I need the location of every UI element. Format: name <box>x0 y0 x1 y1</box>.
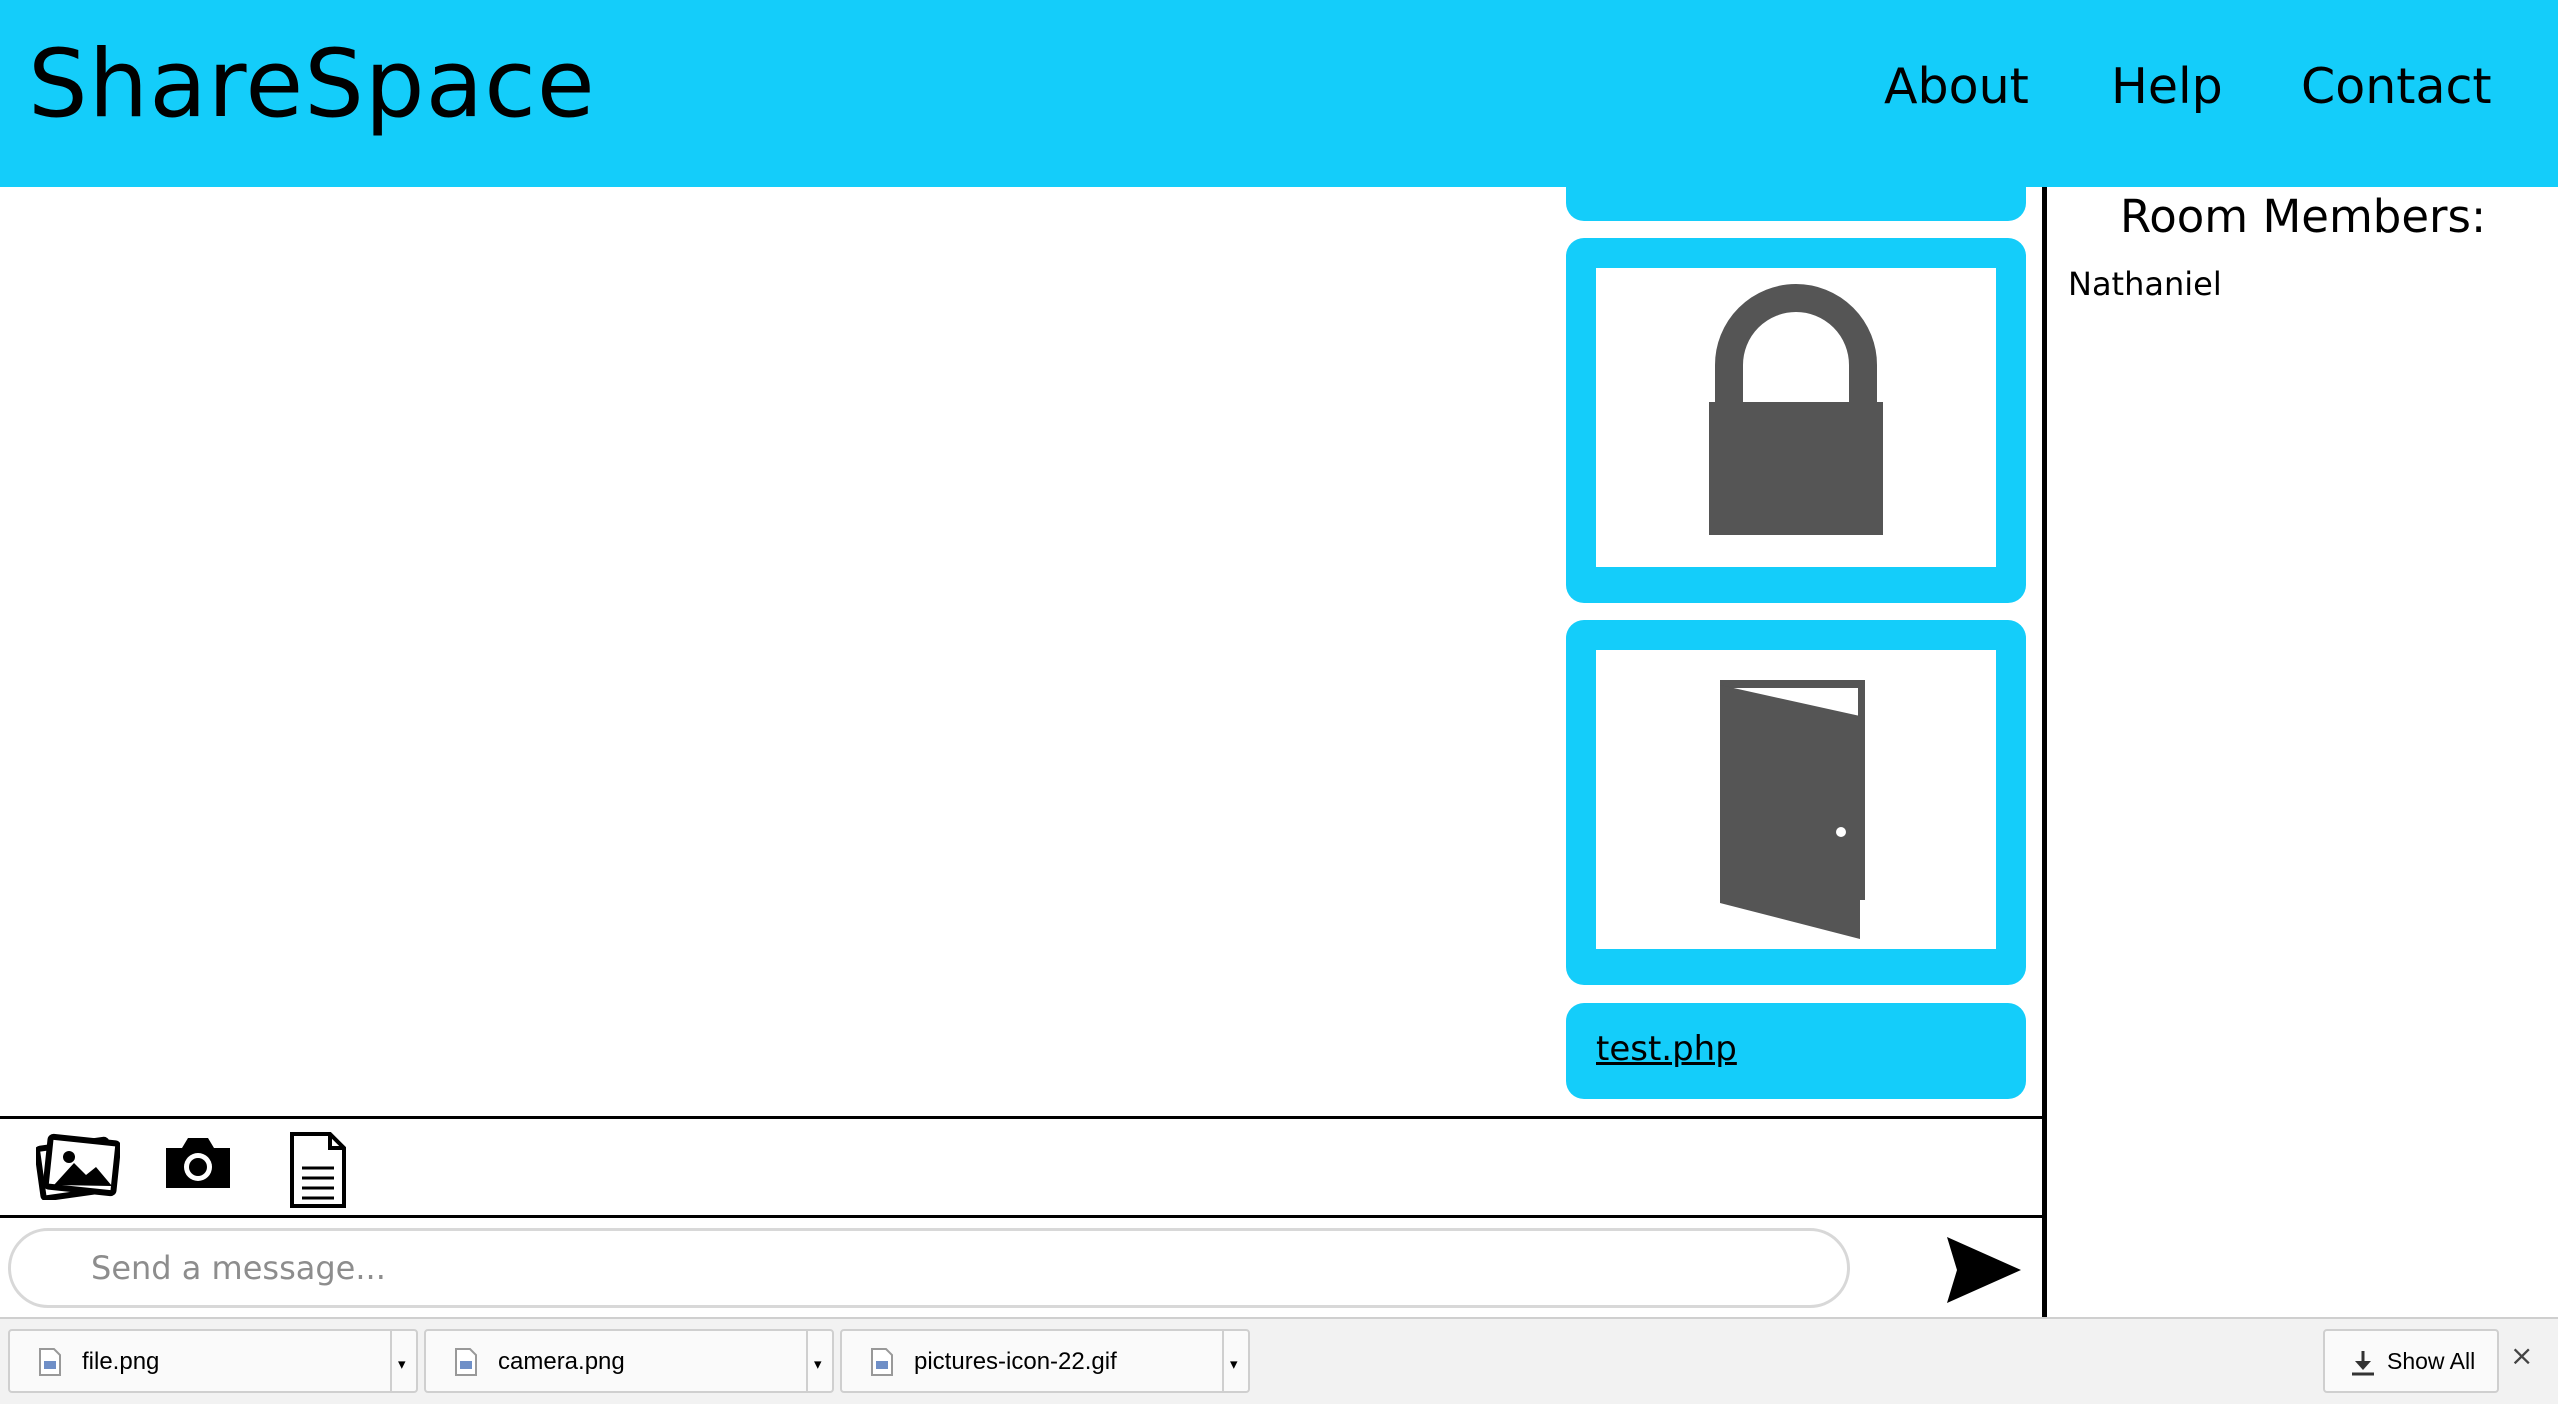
message-bubble-file[interactable]: test.php <box>1566 1003 2026 1099</box>
show-all-label: Show All <box>2387 1348 2476 1374</box>
download-item-name: camera.png <box>498 1348 625 1375</box>
chevron-down-icon[interactable]: ▾ <box>814 1355 822 1373</box>
download-item[interactable]: file.png ▾ <box>8 1329 418 1393</box>
toolbar-bottom-border <box>0 1215 2042 1218</box>
file-icon <box>871 1348 893 1376</box>
document-icon[interactable] <box>286 1130 350 1215</box>
message-image[interactable] <box>1596 268 1996 567</box>
member-name: Nathaniel <box>2068 265 2222 303</box>
vertical-divider <box>2042 187 2047 1317</box>
send-button[interactable] <box>1943 1235 2023 1310</box>
file-link[interactable]: test.php <box>1596 1029 1737 1069</box>
download-item[interactable]: camera.png ▾ <box>424 1329 834 1393</box>
room-members-title: Room Members: <box>2120 190 2487 243</box>
download-item[interactable]: pictures-icon-22.gif ▾ <box>840 1329 1250 1393</box>
message-bubble-image[interactable] <box>1566 620 2026 985</box>
pictures-icon[interactable] <box>34 1130 122 1205</box>
lock-icon <box>1709 284 1883 535</box>
file-icon <box>39 1348 61 1376</box>
download-item-separator <box>1222 1331 1224 1391</box>
download-icon <box>2352 1351 2374 1376</box>
chat-messages-area[interactable]: test.php <box>0 187 2040 1117</box>
close-icon[interactable]: × <box>2510 1339 2533 1372</box>
message-image[interactable] <box>1596 650 1996 949</box>
download-item-separator <box>806 1331 808 1391</box>
message-input[interactable] <box>8 1228 1850 1308</box>
message-bubble-image[interactable] <box>1566 238 2026 603</box>
chevron-down-icon[interactable]: ▾ <box>398 1355 406 1373</box>
download-item-name: pictures-icon-22.gif <box>914 1348 1117 1375</box>
toolbar-top-border <box>0 1116 2042 1119</box>
file-icon <box>455 1348 477 1376</box>
door-icon <box>1720 680 1865 939</box>
chevron-down-icon[interactable]: ▾ <box>1230 1355 1238 1373</box>
nav-contact-link[interactable]: Contact <box>2301 58 2492 115</box>
message-bubble-partial <box>1566 187 2026 221</box>
download-item-name: file.png <box>82 1348 160 1375</box>
downloads-bar: file.png ▾ camera.png ▾ pictures-icon-22… <box>0 1317 2558 1404</box>
show-all-button[interactable]: Show All <box>2323 1329 2499 1393</box>
nav-help-link[interactable]: Help <box>2111 58 2223 115</box>
nav-about-link[interactable]: About <box>1884 58 2029 115</box>
send-arrow-icon <box>1947 1237 2021 1303</box>
camera-icon[interactable] <box>162 1130 234 1199</box>
top-header: ShareSpace About Help Contact <box>0 0 2558 187</box>
download-item-separator <box>390 1331 392 1391</box>
brand-logo[interactable]: ShareSpace <box>28 30 596 139</box>
